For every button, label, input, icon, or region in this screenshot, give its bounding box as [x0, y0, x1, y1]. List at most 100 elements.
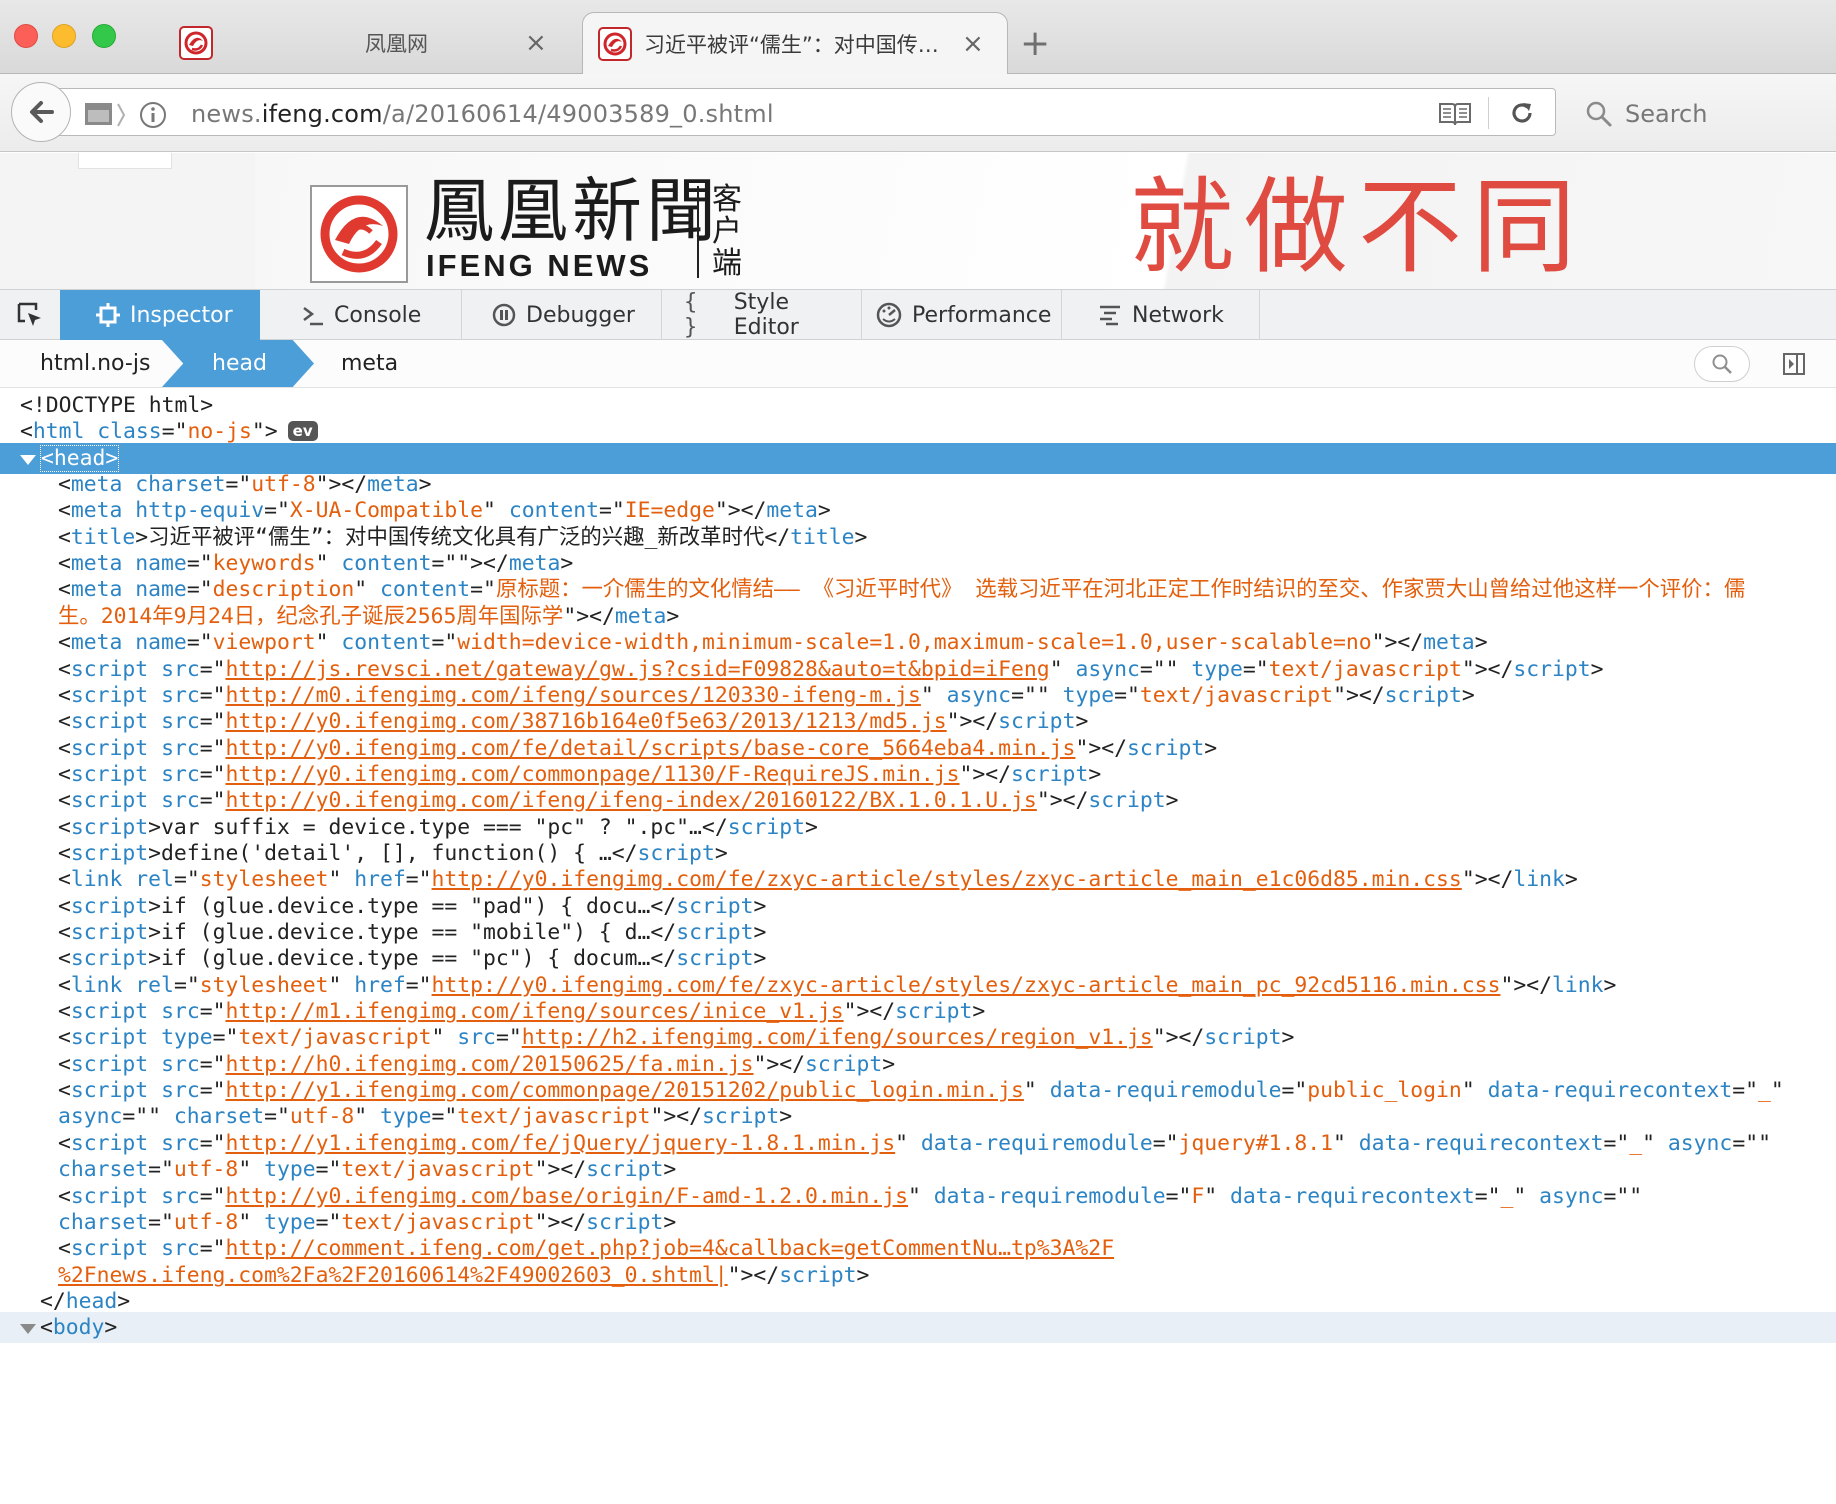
info-icon[interactable] — [139, 101, 167, 129]
markup-token: 生。2014年9月24日，纪念孔子诞辰2565周年国际学 — [58, 603, 564, 629]
markup-token: "></ — [563, 603, 615, 629]
markup-token: =" — [199, 1078, 226, 1104]
markup-token[interactable]: http://y0.ifengimg.com/ifeng/ifeng-index… — [225, 788, 1036, 813]
tab-console[interactable]: Console — [260, 290, 462, 340]
markup-token[interactable]: http://y0.ifengimg.com/38716b164e0f5e63/… — [225, 709, 946, 734]
tab-network[interactable]: Network — [1062, 290, 1260, 340]
markup-token: script — [70, 999, 149, 1025]
tab-close-icon[interactable]: × — [525, 30, 547, 56]
markup-token[interactable]: http://y0.ifengimg.com/base/origin/F-amd… — [225, 1184, 908, 1209]
markup-token: script — [70, 682, 149, 708]
markup-token: =" — [1165, 1183, 1192, 1209]
markup-token: rel — [135, 867, 174, 893]
performance-icon — [876, 302, 902, 328]
markup-token: "></ — [534, 1157, 587, 1183]
markup-token: "></ — [959, 761, 1012, 787]
markup-token: > — [1564, 867, 1578, 893]
tab-close-icon[interactable]: × — [962, 31, 984, 57]
markup-token: utf-8 — [251, 472, 316, 498]
markup-token: async — [1539, 1183, 1604, 1209]
reader-view-icon[interactable] — [1438, 101, 1472, 127]
markup-token — [148, 1052, 161, 1077]
url-text[interactable]: news.ifeng.com/a/20160614/49003589_0.sht… — [191, 100, 774, 128]
logo-client-text: 客户端 — [712, 182, 742, 281]
markup-token: "></ — [727, 1262, 780, 1288]
markup-token — [84, 419, 97, 444]
tab-performance[interactable]: Performance — [862, 290, 1062, 340]
breadcrumb-head[interactable]: head — [212, 340, 267, 387]
toggle-sidebar-icon[interactable] — [1782, 352, 1806, 376]
event-badge[interactable]: ev — [287, 421, 318, 442]
markup-token: " — [238, 1157, 265, 1183]
markup-token — [122, 630, 135, 655]
markup-token: name — [135, 551, 187, 577]
markup-token: =" — [199, 1051, 226, 1077]
markup-token: " — [315, 630, 342, 656]
markup-token: src — [161, 761, 200, 787]
markup-token: meta — [1423, 630, 1475, 656]
tab-debugger[interactable]: Debugger — [462, 290, 662, 340]
window-minimize-button[interactable] — [52, 24, 76, 48]
markup-token: =" — [148, 1157, 174, 1183]
markup-token: > — [663, 1209, 677, 1235]
markup-token[interactable]: http://h0.ifengimg.com/20150625/fa.min.j… — [225, 1052, 753, 1077]
markup-token: " — [1204, 1183, 1231, 1209]
markup-token[interactable]: http://y0.ifengimg.com/fe/detail/scripts… — [225, 736, 1075, 761]
markup-token: head — [65, 1288, 118, 1314]
markup-search-button[interactable] — [1694, 346, 1750, 382]
markup-token[interactable]: http://m1.ifengimg.com/ifeng/sources/ini… — [225, 999, 843, 1024]
markup-token: content — [341, 630, 432, 656]
ifeng-logo-icon[interactable] — [310, 185, 408, 283]
markup-token[interactable]: http://y1.ifengimg.com/commonpage/201512… — [225, 1078, 1023, 1103]
markup-token[interactable]: %2Fnews.ifeng.com%2Fa%2F20160614%2F49002… — [58, 1263, 728, 1288]
back-button[interactable] — [11, 82, 71, 142]
window-zoom-button[interactable] — [92, 24, 116, 48]
reload-icon[interactable] — [1508, 99, 1536, 127]
markup-token: text/javascript — [341, 1157, 535, 1183]
markup-token: script — [1126, 735, 1205, 761]
markup-token[interactable]: http://y1.ifengimg.com/fe/jQuery/jquery-… — [225, 1131, 895, 1156]
tab-label: Inspector — [130, 302, 233, 328]
markup-token: > — [104, 1315, 118, 1341]
element-picker-button[interactable] — [0, 290, 60, 340]
tab-inspector[interactable]: Inspector — [60, 290, 260, 340]
tab-style-editor[interactable]: { } Style Editor — [662, 290, 862, 340]
markup-token[interactable]: http://h2.ifengimg.com/ifeng/sources/reg… — [522, 1025, 1153, 1050]
markup-token: =" — [598, 498, 625, 524]
markup-token[interactable]: http://y0.ifengimg.com/fe/zxyc-article/s… — [432, 973, 1501, 998]
markup-token: src — [161, 1236, 200, 1262]
expand-twisty-icon[interactable] — [20, 454, 36, 465]
sidebar-icon[interactable] — [84, 100, 128, 130]
markup-token: =" — [199, 761, 226, 787]
markup-token: < — [58, 498, 71, 524]
markup-token: =" — [186, 630, 213, 656]
markup-token: > — [753, 920, 767, 945]
markup-token: =" — [199, 788, 226, 814]
browser-tab-ifeng-home[interactable]: 凤凰网 × — [165, 12, 570, 74]
markup-token[interactable]: http://comment.ifeng.com/get.php?job=4&c… — [225, 1236, 1114, 1261]
markup-token: > — [418, 472, 432, 498]
breadcrumb-meta[interactable]: meta — [341, 340, 398, 387]
markup-token[interactable]: http://js.revsci.net/gateway/gw.js?csid=… — [225, 657, 1049, 682]
markup-token[interactable]: http://y0.ifengimg.com/fe/zxyc-article/s… — [432, 867, 1462, 892]
markup-token: =" — [148, 1209, 174, 1235]
tab-strip: 凤凰网 × 习近平被评“儒生”：对中国传… × + — [0, 0, 1836, 74]
search-icon — [1586, 101, 1612, 127]
window-close-button[interactable] — [14, 24, 38, 48]
browser-tab-article[interactable]: 习近平被评“儒生”：对中国传… × — [582, 12, 1008, 74]
markup-token: " — [1770, 1078, 1784, 1104]
new-tab-icon[interactable]: + — [1020, 26, 1050, 62]
markup-token: src — [161, 788, 200, 814]
markup-token: =" — [212, 1025, 239, 1051]
expand-twisty-icon[interactable] — [20, 1324, 36, 1335]
markup-token: > — [666, 603, 680, 629]
markup-token: viewport — [212, 630, 316, 656]
markup-token: type — [380, 1104, 432, 1130]
markup-view[interactable]: <!DOCTYPE html> <html class="no-js"> ev <he… — [0, 390, 1836, 1504]
markup-token: data-requirecontext — [1358, 1130, 1604, 1156]
markup-node-row[interactable]: <body> — [0, 1312, 1836, 1344]
markup-token[interactable]: http://y0.ifengimg.com/commonpage/1130/F… — [225, 762, 959, 787]
markup-token[interactable]: http://m0.ifengimg.com/ifeng/sources/120… — [225, 683, 920, 708]
breadcrumb-html[interactable]: html.no-js — [40, 340, 150, 387]
markup-token: script — [70, 1078, 149, 1104]
